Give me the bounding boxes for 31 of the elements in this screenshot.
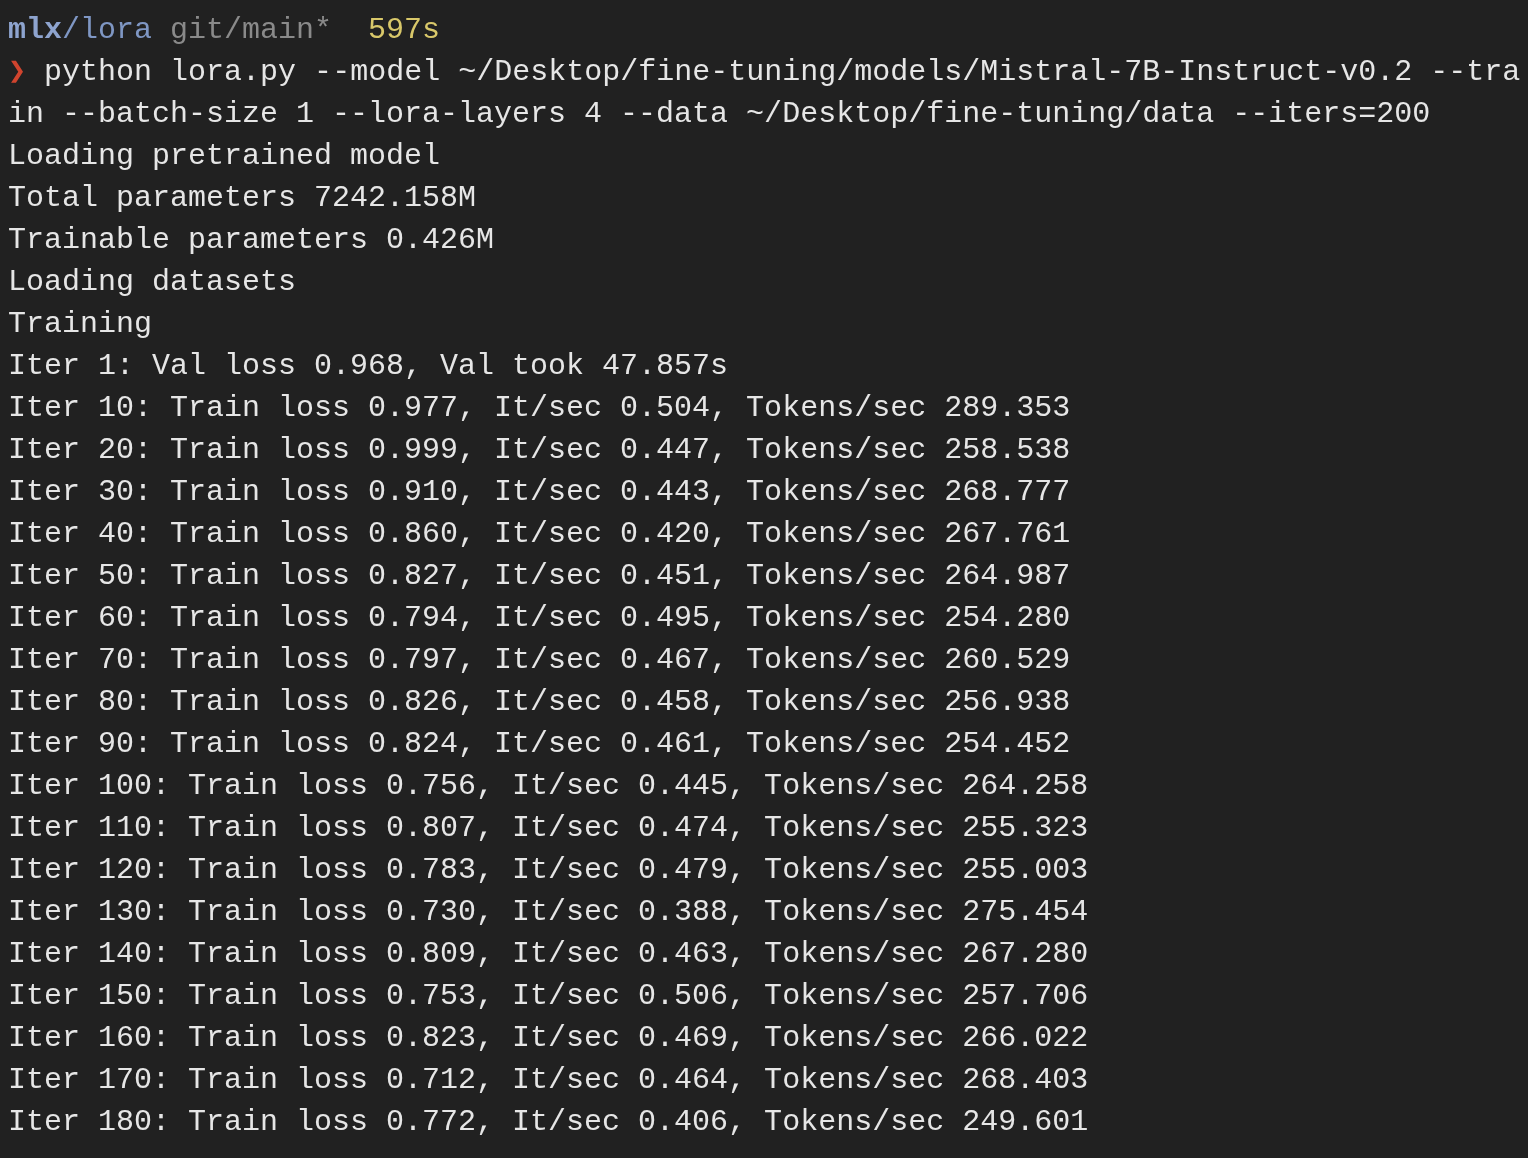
output-line: Iter 140: Train loss 0.809, It/sec 0.463, Tokens/sec 267.280 [8,937,1089,971]
output-line: Iter 160: Train loss 0.823, It/sec 0.469, Tokens/sec 266.022 [8,1021,1089,1055]
git-branch: git/main* [170,13,333,47]
output-line: Iter 120: Train loss 0.783, It/sec 0.479, Tokens/sec 255.003 [8,853,1089,887]
output-line: Iter 60: Train loss 0.794, It/sec 0.495, Tokens/sec 254.280 [8,601,1071,635]
output-line: Loading pretrained model [8,139,441,173]
output-line: Total parameters 7242.158M [8,181,477,215]
output-line: Iter 1: Val loss 0.968, Val took 47.857s [8,349,729,383]
command-duration: 597s [368,13,441,47]
output-line: Iter 100: Train loss 0.756, It/sec 0.445, Tokens/sec 264.258 [8,769,1089,803]
directory-name: mlx [8,13,62,47]
output-line: Iter 20: Train loss 0.999, It/sec 0.447, Tokens/sec 258.538 [8,433,1071,467]
output-line: Iter 80: Train loss 0.826, It/sec 0.458, Tokens/sec 256.938 [8,685,1071,719]
command-text: python lora.py --model ~/Desktop/fine-tuning/models/Mistral-7B-Instruct-v0.2 --tra [44,55,1521,89]
output-line: Iter 90: Train loss 0.824, It/sec 0.461, Tokens/sec 254.452 [8,727,1071,761]
output-line: Iter 180: Train loss 0.772, It/sec 0.406, Tokens/sec 249.601 [8,1105,1089,1139]
output-line: Iter 40: Train loss 0.860, It/sec 0.420, Tokens/sec 267.761 [8,517,1071,551]
output-line: Loading datasets [8,265,297,299]
output-line: Iter 10: Train loss 0.977, It/sec 0.504, Tokens/sec 289.353 [8,391,1071,425]
output-line: Training [8,307,153,341]
output-line: Iter 130: Train loss 0.730, It/sec 0.388, Tokens/sec 275.454 [8,895,1089,929]
prompt-symbol: ❯ [8,55,27,89]
output-line: Trainable parameters 0.426M [8,223,495,257]
output-line: Iter 110: Train loss 0.807, It/sec 0.474, Tokens/sec 255.323 [8,811,1089,845]
output-line: Iter 170: Train loss 0.712, It/sec 0.464, Tokens/sec 268.403 [8,1063,1089,1097]
directory-path: /lora [62,13,153,47]
output-line: Iter 30: Train loss 0.910, It/sec 0.443, Tokens/sec 268.777 [8,475,1071,509]
command-text: in --batch-size 1 --lora-layers 4 --data ~/Desktop/fine-tuning/data --iters=200 [8,97,1431,131]
output-line: Iter 150: Train loss 0.753, It/sec 0.506, Tokens/sec 257.706 [8,979,1089,1013]
output-line: Iter 50: Train loss 0.827, It/sec 0.451, Tokens/sec 264.987 [8,559,1071,593]
output-line: Iter 70: Train loss 0.797, It/sec 0.467, Tokens/sec 260.529 [8,643,1071,677]
